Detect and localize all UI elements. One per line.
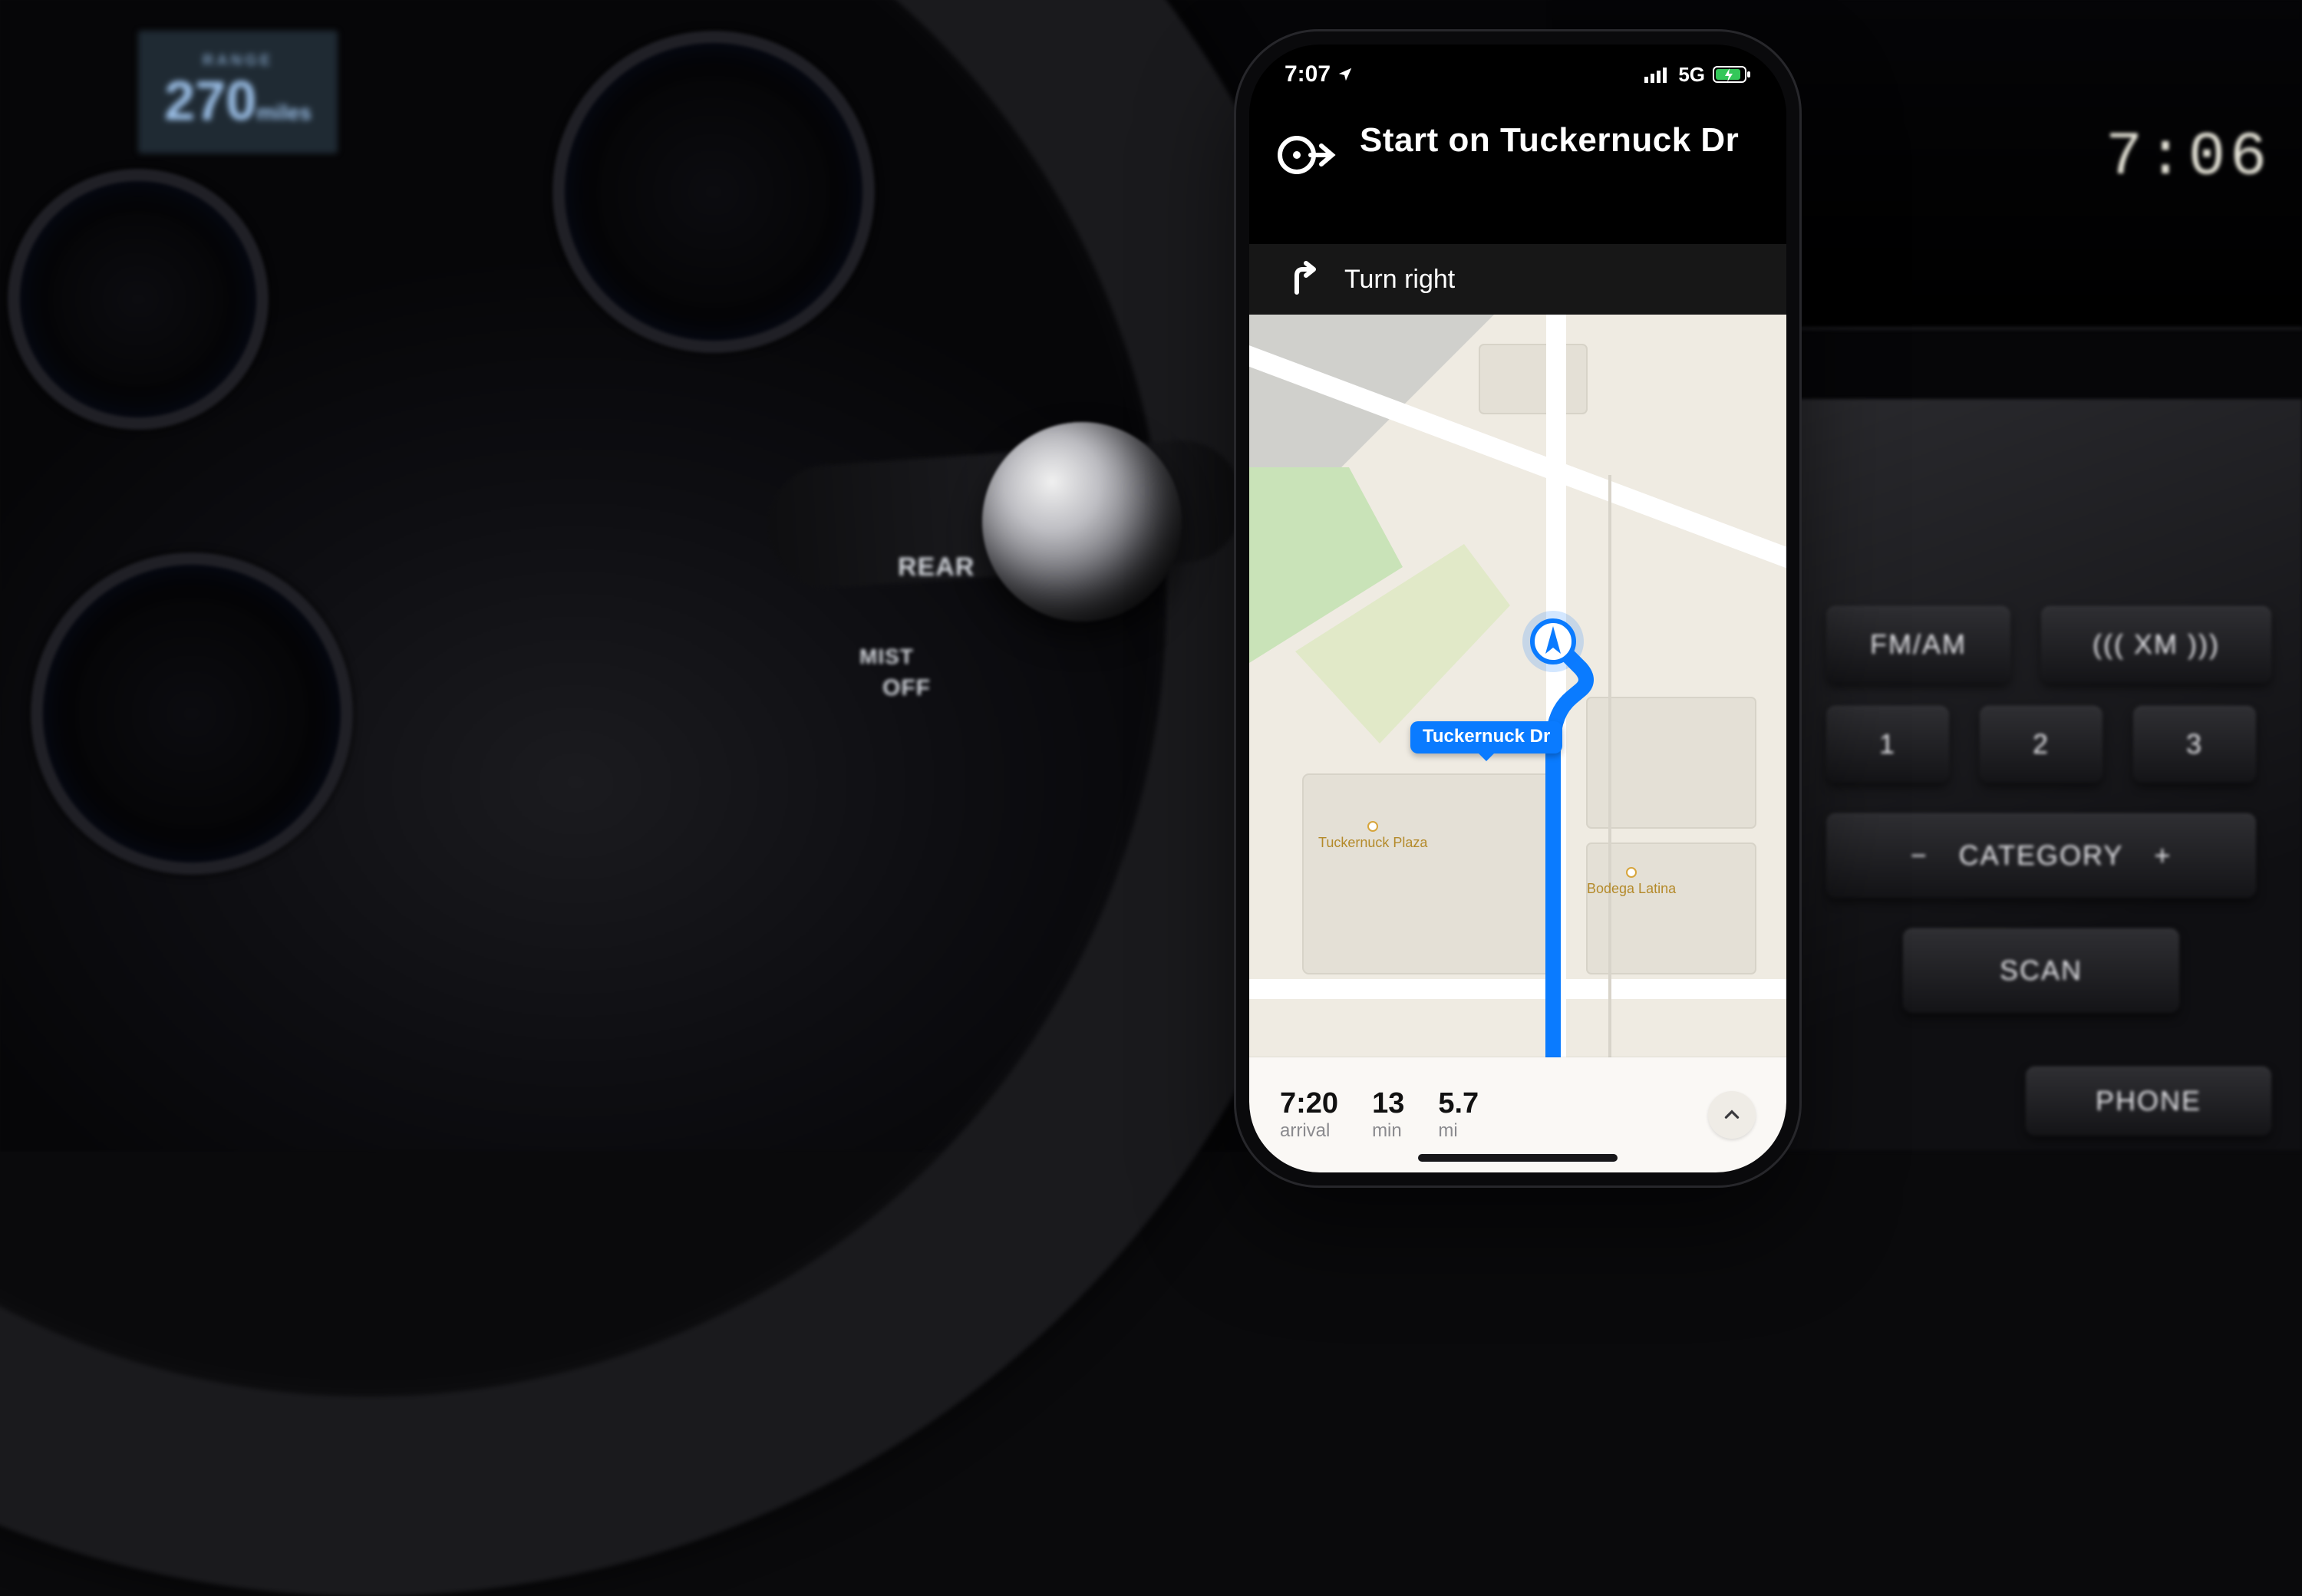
- preset-3-button[interactable]: 3: [2133, 706, 2256, 783]
- range-label: RANGE: [203, 52, 273, 70]
- eta-bar[interactable]: 7:20 arrival 13 min 5.7 mi: [1249, 1057, 1786, 1172]
- poi-icon: [1367, 821, 1378, 832]
- eta-distance: 5.7 mi: [1438, 1089, 1479, 1140]
- phone-device: 7:07 5G: [1234, 29, 1802, 1188]
- poi-bodega-latina[interactable]: Bodega Latina: [1587, 867, 1676, 897]
- wiper-mist-label: MIST: [859, 645, 914, 669]
- battery-charging-icon: [1713, 65, 1751, 84]
- preset-1-button[interactable]: 1: [1826, 706, 1949, 783]
- wiper-off-label: OFF: [882, 675, 931, 701]
- range-unit: miles: [256, 101, 312, 124]
- eta-arrival: 7:20 arrival: [1280, 1089, 1338, 1140]
- start-maneuver-icon: [1272, 121, 1340, 189]
- phone-button[interactable]: PHONE: [2026, 1067, 2271, 1136]
- xm-button[interactable]: ((( XM ))): [2041, 606, 2271, 683]
- preset-2-button[interactable]: 2: [1980, 706, 2102, 783]
- nav-instruction: Start on Tuckernuck Dr: [1360, 121, 1739, 160]
- turn-right-icon: [1286, 260, 1321, 299]
- home-indicator[interactable]: [1418, 1154, 1618, 1162]
- range-value: 270: [164, 71, 256, 132]
- phone-screen: 7:07 5G: [1249, 45, 1786, 1172]
- eta-duration: 13 min: [1372, 1089, 1404, 1140]
- category-button[interactable]: − CATEGORY +: [1826, 813, 2256, 898]
- range-display: RANGE 270miles: [138, 31, 338, 153]
- scan-button[interactable]: SCAN: [1903, 928, 2179, 1013]
- fm-am-button[interactable]: FM/AM: [1826, 606, 2010, 683]
- poi-tuckernuck-plaza[interactable]: Tuckernuck Plaza: [1318, 821, 1427, 851]
- network-type: 5G: [1678, 63, 1705, 87]
- expand-eta-button[interactable]: [1708, 1091, 1756, 1139]
- cellular-signal-icon: [1644, 66, 1670, 83]
- wiper-stalk-knob: [982, 422, 1182, 622]
- nav-header: Start on Tuckernuck Dr: [1249, 104, 1786, 209]
- notch: [1403, 45, 1633, 86]
- route-street-label: Tuckernuck Dr: [1410, 721, 1562, 753]
- gauge: [8, 169, 269, 430]
- gauge: [31, 552, 353, 875]
- map-view[interactable]: Tuckernuck Dr Tuckernuck Plaza Bodega La…: [1249, 315, 1786, 1057]
- location-services-icon: [1337, 66, 1354, 83]
- status-time: 7:07: [1285, 61, 1331, 87]
- nav-next-step: Turn right: [1249, 244, 1786, 315]
- chevron-up-icon: [1722, 1105, 1742, 1125]
- wiper-rear-label: REAR: [898, 552, 975, 582]
- car-clock: 7:06: [2106, 123, 2271, 193]
- radio-panel: FM/AM ((( XM ))) 1 2 3 − CATEGORY + SCAN…: [1719, 399, 2302, 1151]
- poi-icon: [1626, 867, 1637, 878]
- nav-next-step-text: Turn right: [1344, 265, 1455, 295]
- current-location-marker: [1530, 618, 1576, 664]
- gauge: [552, 31, 875, 353]
